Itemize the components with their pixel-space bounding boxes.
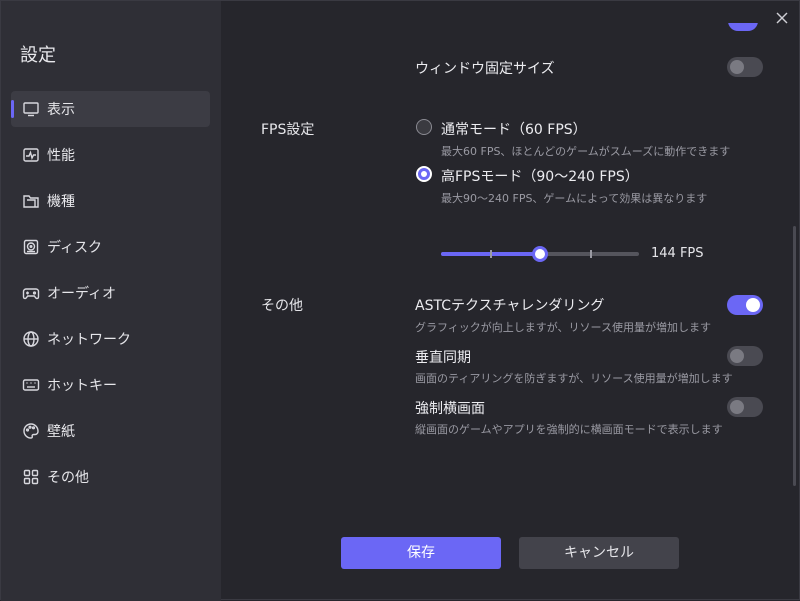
sidebar-item-label: その他 bbox=[47, 470, 89, 486]
folder-icon bbox=[22, 192, 40, 210]
sidebar-item-label: 機種 bbox=[47, 194, 75, 210]
sidebar-item-disk[interactable]: ディスク bbox=[11, 229, 210, 265]
slider-thumb[interactable] bbox=[532, 246, 548, 262]
keyboard-icon bbox=[22, 376, 40, 394]
sidebar-item-other[interactable]: その他 bbox=[11, 459, 210, 495]
fps-high-radio[interactable] bbox=[416, 166, 432, 182]
fps-normal-radio[interactable] bbox=[416, 119, 432, 135]
fps-high-desc: 最大90～240 FPS、ゲームによって効果は異なります bbox=[441, 192, 708, 205]
window-fixed-size-label: ウィンドウ固定サイズ bbox=[415, 61, 555, 77]
sidebar-item-label: ネットワーク bbox=[47, 332, 131, 348]
fps-slider-value: 144 FPS bbox=[651, 246, 704, 261]
sidebar-item-hotkey[interactable]: ホットキー bbox=[11, 367, 210, 403]
astc-toggle[interactable] bbox=[727, 295, 763, 315]
fps-section-label: FPS設定 bbox=[261, 122, 315, 138]
vsync-label: 垂直同期 bbox=[415, 350, 471, 366]
toggle-partially-visible[interactable] bbox=[728, 23, 758, 33]
close-icon bbox=[776, 12, 788, 24]
sidebar-item-label: 壁紙 bbox=[47, 424, 75, 440]
sidebar-item-network[interactable]: ネットワーク bbox=[11, 321, 210, 357]
slider-tick bbox=[490, 250, 492, 258]
palette-icon bbox=[22, 422, 40, 440]
sidebar-item-label: オーディオ bbox=[47, 286, 117, 302]
sidebar-item-label: 性能 bbox=[47, 148, 75, 164]
gamepad-icon bbox=[22, 284, 40, 302]
sidebar-item-audio[interactable]: オーディオ bbox=[11, 275, 210, 311]
sidebar-item-label: ディスク bbox=[47, 240, 103, 256]
fps-normal-desc: 最大60 FPS、ほとんどのゲームがスムーズに動作できます bbox=[441, 145, 731, 158]
fps-high-label[interactable]: 高FPSモード（90～240 FPS） bbox=[441, 166, 639, 186]
settings-window: 設定 表示 性能 機種 ディスク オーディオ ネットワーク ホットキー 壁紙 そ… bbox=[0, 0, 800, 601]
slider-tick bbox=[590, 250, 592, 258]
monitor-icon bbox=[22, 100, 40, 118]
sidebar: 設定 表示 性能 機種 ディスク オーディオ ネットワーク ホットキー 壁紙 そ… bbox=[1, 1, 221, 601]
fps-normal-label[interactable]: 通常モード（60 FPS） bbox=[441, 119, 587, 139]
other-section-label: その他 bbox=[261, 298, 303, 314]
grid-icon bbox=[22, 468, 40, 486]
globe-icon bbox=[22, 330, 40, 348]
force-landscape-toggle[interactable] bbox=[727, 397, 763, 417]
fps-slider[interactable] bbox=[441, 246, 639, 262]
sidebar-title: 設定 bbox=[20, 45, 56, 66]
toggle-knob bbox=[730, 60, 744, 74]
sidebar-item-label: 表示 bbox=[47, 102, 75, 118]
sidebar-nav: 表示 性能 機種 ディスク オーディオ ネットワーク ホットキー 壁紙 その他 bbox=[11, 91, 210, 505]
toggle-knob bbox=[730, 349, 744, 363]
sidebar-item-display[interactable]: 表示 bbox=[11, 91, 210, 127]
sidebar-item-device[interactable]: 機種 bbox=[11, 183, 210, 219]
save-button[interactable]: 保存 bbox=[341, 537, 501, 569]
performance-icon bbox=[22, 146, 40, 164]
sidebar-item-performance[interactable]: 性能 bbox=[11, 137, 210, 173]
force-landscape-label: 強制横画面 bbox=[415, 401, 485, 417]
cancel-button[interactable]: キャンセル bbox=[519, 537, 679, 569]
vsync-desc: 画面のティアリングを防ぎますが、リソース使用量が増加します bbox=[415, 372, 733, 385]
astc-desc: グラフィックが向上しますが、リソース使用量が増加します bbox=[415, 321, 712, 334]
toggle-knob bbox=[746, 298, 760, 312]
window-fixed-size-toggle[interactable] bbox=[727, 57, 763, 77]
scrollbar[interactable] bbox=[793, 226, 796, 486]
force-landscape-desc: 縦画面のゲームやアプリを強制的に横画面モードで表示します bbox=[415, 423, 723, 436]
close-button[interactable] bbox=[773, 9, 791, 27]
disk-icon bbox=[22, 238, 40, 256]
sidebar-item-wallpaper[interactable]: 壁紙 bbox=[11, 413, 210, 449]
toggle-knob bbox=[730, 400, 744, 414]
astc-label: ASTCテクスチャレンダリング bbox=[415, 298, 605, 314]
vsync-toggle[interactable] bbox=[727, 346, 763, 366]
sidebar-item-label: ホットキー bbox=[47, 378, 117, 394]
